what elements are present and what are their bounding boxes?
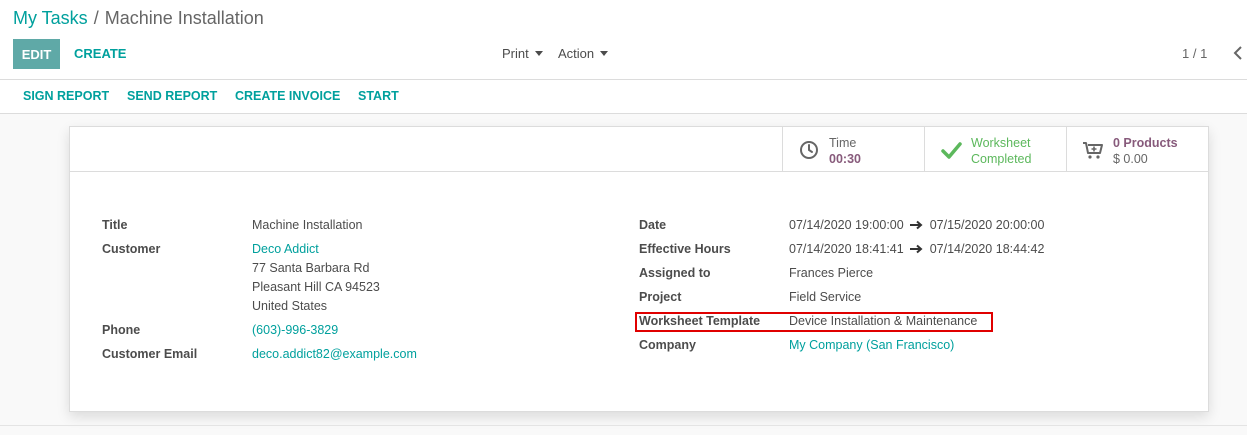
date-label: Date xyxy=(639,218,667,232)
print-dropdown[interactable]: Print xyxy=(502,39,543,69)
print-label: Print xyxy=(502,46,529,61)
company-label: Company xyxy=(639,338,696,352)
date-end: 07/15/2020 20:00:00 xyxy=(929,218,1045,232)
products-stat-button[interactable]: 0 Products $ 0.00 xyxy=(1066,127,1209,171)
create-invoice-button[interactable]: CREATE INVOICE xyxy=(235,80,340,113)
send-report-button[interactable]: SEND REPORT xyxy=(127,80,217,113)
time-stat-button[interactable]: Time 00:30 xyxy=(782,127,924,171)
products-stat-line1: 0 Products xyxy=(1113,136,1178,150)
action-label: Action xyxy=(558,46,595,61)
statusbar: SIGN REPORT SEND REPORT CREATE INVOICE S… xyxy=(0,80,1247,113)
project-value: Field Service xyxy=(789,290,862,304)
title-label: Title xyxy=(102,218,128,232)
worksheet-stat-text: Worksheet Completed xyxy=(971,135,1031,167)
check-icon xyxy=(940,139,962,161)
customer-email-link[interactable]: deco.addict82@example.com xyxy=(252,346,417,362)
assigned-to-value: Frances Pierce xyxy=(789,266,874,280)
breadcrumb-my-tasks[interactable]: My Tasks xyxy=(13,8,88,28)
caret-down-icon xyxy=(534,51,543,56)
effective-start: 07/14/2020 18:41:41 xyxy=(789,242,904,256)
sign-report-button[interactable]: SIGN REPORT xyxy=(23,80,109,113)
breadcrumb: My Tasks / Machine Installation xyxy=(13,7,264,29)
assigned-to-label: Assigned to xyxy=(639,266,711,280)
products-stat-line2: $ 0.00 xyxy=(1113,152,1148,166)
pager-value[interactable]: 1 / 1 xyxy=(1182,39,1207,69)
project-label: Project xyxy=(639,290,682,304)
customer-label: Customer xyxy=(102,242,161,256)
arrow-right-icon xyxy=(909,242,924,258)
clock-icon xyxy=(798,139,820,161)
time-stat-text: Time 00:30 xyxy=(829,135,861,167)
action-dropdown[interactable]: Action xyxy=(558,39,609,69)
phone-label: Phone xyxy=(102,323,141,337)
effective-hours-label: Effective Hours xyxy=(639,242,731,256)
customer-address-line3: United States xyxy=(252,299,328,313)
cart-plus-icon xyxy=(1082,139,1104,161)
effective-hours-range: 07/14/2020 18:41:41 07/14/2020 18:44:42 xyxy=(789,241,1044,258)
date-start: 07/14/2020 19:00:00 xyxy=(789,218,904,232)
company-link[interactable]: My Company (San Francisco) xyxy=(789,337,954,353)
chevron-left-icon[interactable] xyxy=(1228,39,1247,69)
bottom-divider xyxy=(0,425,1247,426)
customer-address-line1: 77 Santa Barbara Rd xyxy=(252,261,370,275)
create-button[interactable]: CREATE xyxy=(74,39,126,69)
highlight-box xyxy=(635,312,993,332)
breadcrumb-separator: / xyxy=(93,8,99,28)
smart-button-box: Time 00:30 Worksheet Completed 0 Product… xyxy=(70,127,1208,172)
phone-link[interactable]: (603)-996-3829 xyxy=(252,322,338,338)
customer-link[interactable]: Deco Addict xyxy=(252,241,319,257)
start-button[interactable]: START xyxy=(358,80,399,113)
customer-email-label: Customer Email xyxy=(102,347,198,361)
title-value: Machine Installation xyxy=(252,218,363,232)
time-stat-label: Time xyxy=(829,136,857,150)
customer-address-line2: Pleasant Hill CA 94523 xyxy=(252,280,380,294)
worksheet-stat-button[interactable]: Worksheet Completed xyxy=(924,127,1066,171)
worksheet-stat-line1: Worksheet xyxy=(971,136,1031,150)
products-stat-text: 0 Products $ 0.00 xyxy=(1113,135,1178,167)
arrow-right-icon xyxy=(909,218,924,234)
breadcrumb-current: Machine Installation xyxy=(104,8,264,28)
worksheet-stat-line2: Completed xyxy=(971,152,1032,166)
time-stat-value: 00:30 xyxy=(829,152,861,166)
caret-down-icon xyxy=(600,51,609,56)
date-range: 07/14/2020 19:00:00 07/15/2020 20:00:00 xyxy=(789,217,1044,234)
edit-button[interactable]: EDIT xyxy=(13,39,60,69)
effective-end: 07/14/2020 18:44:42 xyxy=(929,242,1045,256)
